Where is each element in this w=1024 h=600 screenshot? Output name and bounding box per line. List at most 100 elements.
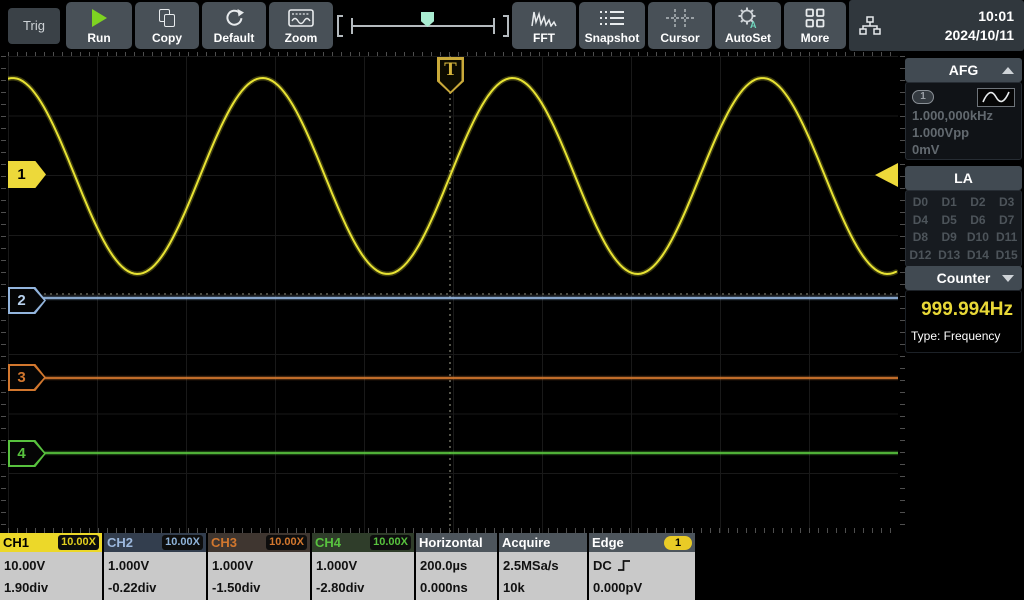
afg-offset: 0mV bbox=[912, 141, 1015, 158]
acquire-status-box[interactable]: Acquire 2.5MSa/s 10k bbox=[499, 533, 587, 600]
ch2-position-marker[interactable]: 2 bbox=[8, 287, 46, 314]
svg-text:A: A bbox=[750, 20, 757, 29]
la-digit-D6: D6 bbox=[970, 213, 985, 227]
la-digit-D0: D0 bbox=[913, 195, 928, 209]
la-digit-D15: D15 bbox=[996, 248, 1018, 262]
la-digit-D5: D5 bbox=[941, 213, 956, 227]
trigger-time-marker[interactable]: T bbox=[437, 57, 464, 94]
ch3-scale: 1.000V bbox=[212, 558, 253, 573]
acquire-memory-depth: 10k bbox=[503, 580, 525, 595]
la-digit-D12: D12 bbox=[909, 248, 931, 262]
ch3-position: -1.50div bbox=[212, 580, 260, 595]
cursor-button-label: Cursor bbox=[648, 31, 712, 45]
zoom-waveform-icon bbox=[288, 9, 314, 27]
ch4-label: CH4 bbox=[315, 533, 341, 552]
trigger-level: 0.000pV bbox=[593, 580, 642, 595]
counter-frequency-value: 999.994Hz bbox=[906, 299, 1013, 321]
default-button[interactable]: Default bbox=[202, 2, 266, 49]
run-button-label: Run bbox=[66, 31, 132, 45]
la-digit-D2: D2 bbox=[970, 195, 985, 209]
sine-wave-icon bbox=[977, 88, 1015, 107]
ch1-status-box[interactable]: CH1 10.00X 10.00V 1.90div bbox=[0, 533, 102, 600]
ch3-probe-badge: 10.00X bbox=[266, 535, 307, 550]
top-toolbar: Trig Run Copy Default Zoom bbox=[0, 0, 1024, 52]
la-digit-D9: D9 bbox=[941, 230, 956, 244]
run-button[interactable]: Run bbox=[66, 2, 132, 49]
la-digit-D14: D14 bbox=[967, 248, 989, 262]
ch1-probe-badge: 10.00X bbox=[58, 535, 99, 550]
reset-circular-arrow-icon bbox=[223, 8, 245, 28]
waveform-svg bbox=[8, 56, 898, 533]
default-button-label: Default bbox=[202, 31, 266, 45]
trigger-status-box[interactable]: Edge 1 DC 0.000pV bbox=[589, 533, 695, 600]
afg-panel-title: AFG bbox=[949, 62, 979, 78]
copy-icon bbox=[159, 9, 176, 27]
trigger-type-label: Edge bbox=[592, 533, 624, 552]
ch2-scale: 1.000V bbox=[108, 558, 149, 573]
cursor-button[interactable]: Cursor bbox=[648, 2, 712, 49]
expand-down-icon bbox=[1002, 275, 1014, 282]
ch1-scale: 10.00V bbox=[4, 558, 45, 573]
cursor-crosshair-icon bbox=[666, 9, 694, 27]
afg-panel-body: 1 1.000,000kHz 1.000Vpp 0mV bbox=[905, 82, 1022, 160]
ch1-position-marker[interactable]: 1 bbox=[8, 161, 46, 188]
ch1-label: CH1 bbox=[3, 533, 29, 552]
afg-amplitude: 1.000Vpp bbox=[912, 124, 1015, 141]
waveform-display-grid[interactable] bbox=[8, 56, 898, 533]
la-panel-header[interactable]: LA bbox=[905, 166, 1022, 190]
trigger-marker-label: T bbox=[437, 59, 464, 81]
autoset-gear-icon: A bbox=[736, 7, 760, 29]
la-digit-D11: D11 bbox=[996, 230, 1017, 244]
acquire-label: Acquire bbox=[502, 533, 550, 552]
ch3-position-marker[interactable]: 3 bbox=[8, 364, 46, 391]
ch4-scale: 1.000V bbox=[316, 558, 357, 573]
trigger-level-marker[interactable] bbox=[875, 163, 898, 187]
ch3-label: CH3 bbox=[211, 533, 237, 552]
counter-panel-title: Counter bbox=[937, 270, 991, 286]
zoom-button[interactable]: Zoom bbox=[269, 2, 333, 49]
ch2-position: -0.22div bbox=[108, 580, 156, 595]
ch3-status-box[interactable]: CH3 10.00X 1.000V -1.50div bbox=[208, 533, 310, 600]
horizontal-label: Horizontal bbox=[419, 533, 483, 552]
copy-button[interactable]: Copy bbox=[135, 2, 199, 49]
afg-channel-badge: 1 bbox=[912, 90, 934, 104]
fft-spectrum-icon bbox=[530, 9, 558, 27]
la-digit-D1: D1 bbox=[941, 195, 956, 209]
snapshot-list-icon bbox=[599, 9, 625, 27]
ch2-status-box[interactable]: CH2 10.00X 1.000V -0.22div bbox=[104, 533, 206, 600]
zoom-button-label: Zoom bbox=[269, 31, 333, 45]
fft-button-label: FFT bbox=[512, 31, 576, 45]
horizontal-status-box[interactable]: Horizontal 200.0µs 0.000ns bbox=[416, 533, 497, 600]
bottom-status-bar: CH1 10.00X 10.00V 1.90div CH2 10.00X 1.0… bbox=[0, 533, 1024, 600]
more-button-label: More bbox=[784, 31, 846, 45]
la-digit-D3: D3 bbox=[999, 195, 1014, 209]
la-digit-D7: D7 bbox=[999, 213, 1014, 227]
left-tick-ruler bbox=[1, 56, 6, 533]
la-digit-D4: D4 bbox=[913, 213, 928, 227]
copy-button-label: Copy bbox=[135, 31, 199, 45]
la-digit-D8: D8 bbox=[913, 230, 928, 244]
fft-button[interactable]: FFT bbox=[512, 2, 576, 49]
horizontal-position-slider[interactable] bbox=[337, 11, 509, 41]
snapshot-button[interactable]: Snapshot bbox=[579, 2, 645, 49]
la-digit-D10: D10 bbox=[967, 230, 989, 244]
slider-left-bracket-icon bbox=[337, 15, 343, 37]
autoset-button[interactable]: A AutoSet bbox=[715, 2, 781, 49]
more-button[interactable]: More bbox=[784, 2, 846, 49]
trig-status-button[interactable]: Trig bbox=[8, 8, 60, 44]
autoset-button-label: AutoSet bbox=[715, 31, 781, 45]
clock-network-panel: 10:01 2024/10/11 bbox=[849, 0, 1024, 51]
lan-network-icon[interactable] bbox=[858, 16, 882, 36]
counter-panel-header[interactable]: Counter bbox=[905, 266, 1022, 290]
more-grid-icon bbox=[805, 8, 825, 28]
ch4-position-marker[interactable]: 4 bbox=[8, 440, 46, 467]
ch2-label: CH2 bbox=[107, 533, 133, 552]
collapse-up-icon bbox=[1002, 67, 1014, 74]
ch4-probe-badge: 10.00X bbox=[370, 535, 411, 550]
play-icon bbox=[92, 9, 107, 27]
ch4-status-box[interactable]: CH4 10.00X 1.000V -2.80div bbox=[312, 533, 414, 600]
horizontal-delay: 0.000ns bbox=[420, 580, 468, 595]
afg-frequency: 1.000,000kHz bbox=[912, 107, 1015, 124]
clock-time: 10:01 bbox=[945, 7, 1014, 26]
afg-panel-header[interactable]: AFG bbox=[905, 58, 1022, 82]
